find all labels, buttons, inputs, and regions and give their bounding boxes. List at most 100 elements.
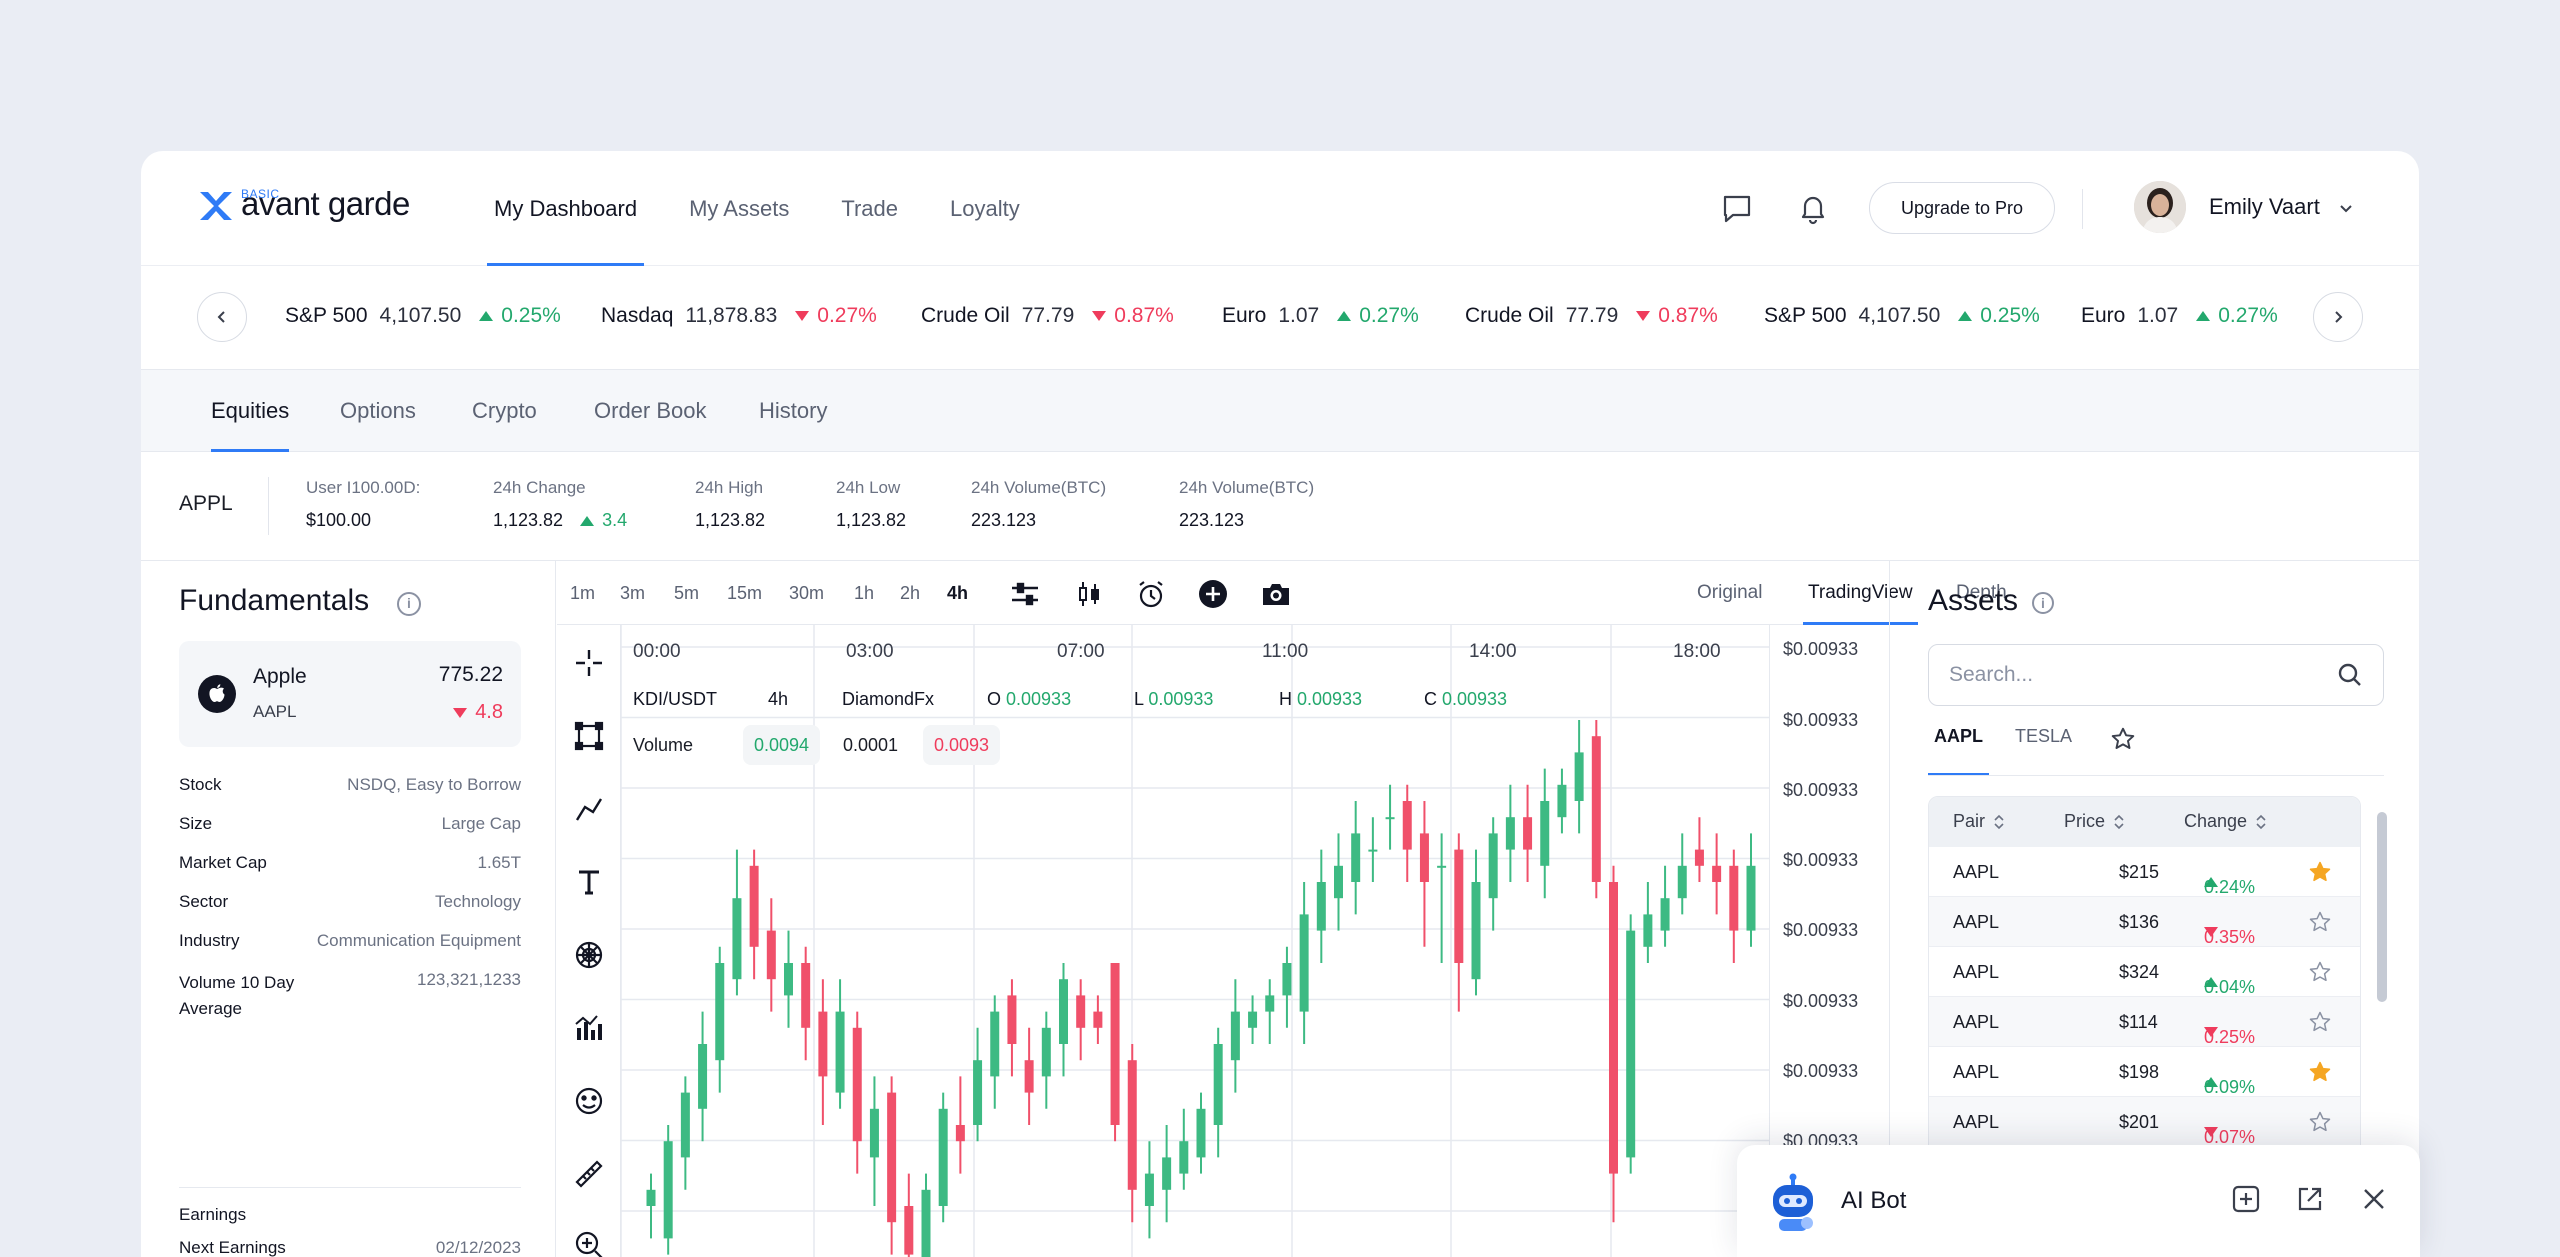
user-avatar[interactable] xyxy=(2134,181,2186,233)
candle[interactable] xyxy=(1660,865,1670,947)
table-row[interactable]: AAPL $136 0.35% xyxy=(1929,897,2360,947)
ticker-item[interactable]: Crude Oil 77.79 0.87% xyxy=(921,304,1174,328)
shape-nodes-icon[interactable] xyxy=(573,720,605,752)
candle[interactable] xyxy=(1643,882,1653,963)
candle[interactable] xyxy=(784,930,793,1028)
candle[interactable] xyxy=(1007,979,1017,1077)
ticker-item[interactable]: S&P 500 4,107.50 0.25% xyxy=(285,304,561,328)
star-outline-icon[interactable] xyxy=(2308,1010,2332,1034)
fibonacci-icon[interactable] xyxy=(573,939,605,971)
candle[interactable] xyxy=(766,898,776,1012)
candle[interactable] xyxy=(1248,995,1258,1044)
candle[interactable] xyxy=(1162,1125,1172,1223)
candle[interactable] xyxy=(1299,882,1309,1044)
candle[interactable] xyxy=(1694,817,1704,882)
ticker-item[interactable]: Nasdaq 11,878.83 0.27% xyxy=(601,304,877,328)
close-icon[interactable] xyxy=(2358,1183,2390,1215)
add-circle-icon[interactable] xyxy=(1197,578,1229,610)
upgrade-to-pro-button[interactable]: Upgrade to Pro xyxy=(1869,182,2055,234)
candle[interactable] xyxy=(904,1173,914,1257)
candle[interactable] xyxy=(1677,833,1687,915)
candle[interactable] xyxy=(921,1173,931,1257)
candle[interactable] xyxy=(1488,817,1498,931)
candle[interactable] xyxy=(1334,833,1343,931)
tab-order-book[interactable]: Order Book xyxy=(594,370,707,452)
star-outline-icon[interactable] xyxy=(2308,910,2332,934)
candle[interactable] xyxy=(835,979,845,1109)
search-icon[interactable] xyxy=(2337,662,2363,688)
candle[interactable] xyxy=(1351,801,1361,915)
timeframe-1m[interactable]: 1m xyxy=(570,583,595,604)
external-link-icon[interactable] xyxy=(2294,1183,2326,1215)
ticker-item[interactable]: Euro 1.07 0.27% xyxy=(2081,304,2278,328)
candle[interactable] xyxy=(852,1011,862,1174)
candle[interactable] xyxy=(1626,914,1636,1174)
candle[interactable] xyxy=(1076,979,1086,1061)
ticker-item[interactable]: S&P 500 4,107.50 0.25% xyxy=(1764,304,2040,328)
candle[interactable] xyxy=(818,979,828,1125)
stock-card[interactable]: Apple AAPL 775.22 4.8 xyxy=(179,641,521,747)
star-outline-icon[interactable] xyxy=(2308,960,2332,984)
candle[interactable] xyxy=(1196,1092,1206,1174)
timeframe-4h[interactable]: 4h xyxy=(947,583,968,604)
chat-icon[interactable] xyxy=(1720,191,1754,225)
table-row[interactable]: AAPL $201 0.07% xyxy=(1929,1097,2360,1147)
candle[interactable] xyxy=(1316,849,1326,963)
assets-scrollbar[interactable] xyxy=(2377,812,2387,1002)
candle[interactable] xyxy=(1179,1108,1189,1190)
candle[interactable] xyxy=(646,1173,656,1239)
timeframe-3m[interactable]: 3m xyxy=(620,583,645,604)
timeframe-15m[interactable]: 15m xyxy=(727,583,762,604)
user-name[interactable]: Emily Vaart xyxy=(2209,194,2320,220)
star-outline-icon[interactable] xyxy=(2110,726,2136,752)
candle[interactable] xyxy=(938,1092,948,1223)
table-row[interactable]: AAPL $215 0.24% xyxy=(1929,847,2360,897)
sliders-icon[interactable] xyxy=(1009,578,1041,610)
candle[interactable] xyxy=(732,849,742,996)
brand-logo[interactable]: avant garde xyxy=(197,187,410,223)
candle[interactable] xyxy=(1557,768,1567,834)
candle[interactable] xyxy=(1419,801,1429,947)
column-pair[interactable]: Pair xyxy=(1953,811,2005,832)
candle[interactable] xyxy=(990,995,1000,1109)
ticker-prev-button[interactable] xyxy=(197,292,247,342)
candle[interactable] xyxy=(680,1076,690,1190)
table-row[interactable]: AAPL $198 0.09% xyxy=(1929,1047,2360,1097)
star-filled-icon[interactable] xyxy=(2308,860,2332,884)
candle[interactable] xyxy=(1059,963,1068,1077)
table-row[interactable]: AAPL $114 0.25% xyxy=(1929,997,2360,1047)
emoji-icon[interactable] xyxy=(573,1085,605,1117)
candle[interactable] xyxy=(1213,1027,1223,1158)
info-icon[interactable] xyxy=(397,592,421,616)
column-change[interactable]: Change xyxy=(2184,811,2267,832)
view-original[interactable]: Original xyxy=(1697,561,1762,625)
nav-trade[interactable]: Trade xyxy=(834,151,905,266)
star-filled-icon[interactable] xyxy=(2308,1060,2332,1084)
nav-my-dashboard[interactable]: My Dashboard xyxy=(487,151,645,266)
candle[interactable] xyxy=(1093,995,1103,1044)
zoom-in-icon[interactable] xyxy=(573,1229,605,1257)
ticker-next-button[interactable] xyxy=(2313,292,2363,342)
candle[interactable] xyxy=(1523,784,1533,882)
candle[interactable] xyxy=(1024,1027,1034,1125)
candle[interactable] xyxy=(869,1076,879,1206)
ruler-icon[interactable] xyxy=(573,1158,605,1190)
candle[interactable] xyxy=(801,946,811,1061)
column-price[interactable]: Price xyxy=(2064,811,2125,832)
star-outline-icon[interactable] xyxy=(2308,1110,2332,1134)
timeframe-30m[interactable]: 30m xyxy=(789,583,824,604)
info-icon[interactable] xyxy=(2032,592,2054,614)
crosshair-icon[interactable] xyxy=(573,647,605,679)
candle[interactable] xyxy=(1265,979,1275,1044)
candle[interactable] xyxy=(1127,1044,1137,1223)
timeframe-1h[interactable]: 1h xyxy=(854,583,874,604)
candle[interactable] xyxy=(1144,1141,1154,1239)
candle[interactable] xyxy=(1230,979,1240,1093)
candle[interactable] xyxy=(1746,833,1756,947)
candle[interactable] xyxy=(1471,849,1481,996)
candle[interactable] xyxy=(1609,865,1618,1223)
tab-equities[interactable]: Equities xyxy=(211,370,290,452)
candle[interactable] xyxy=(887,1076,897,1255)
candlestick-plot[interactable]: 00:00 03:00 07:00 11:00 14:00 18:00 KDI/USDT … xyxy=(620,625,1769,1257)
candle[interactable] xyxy=(1368,817,1378,882)
